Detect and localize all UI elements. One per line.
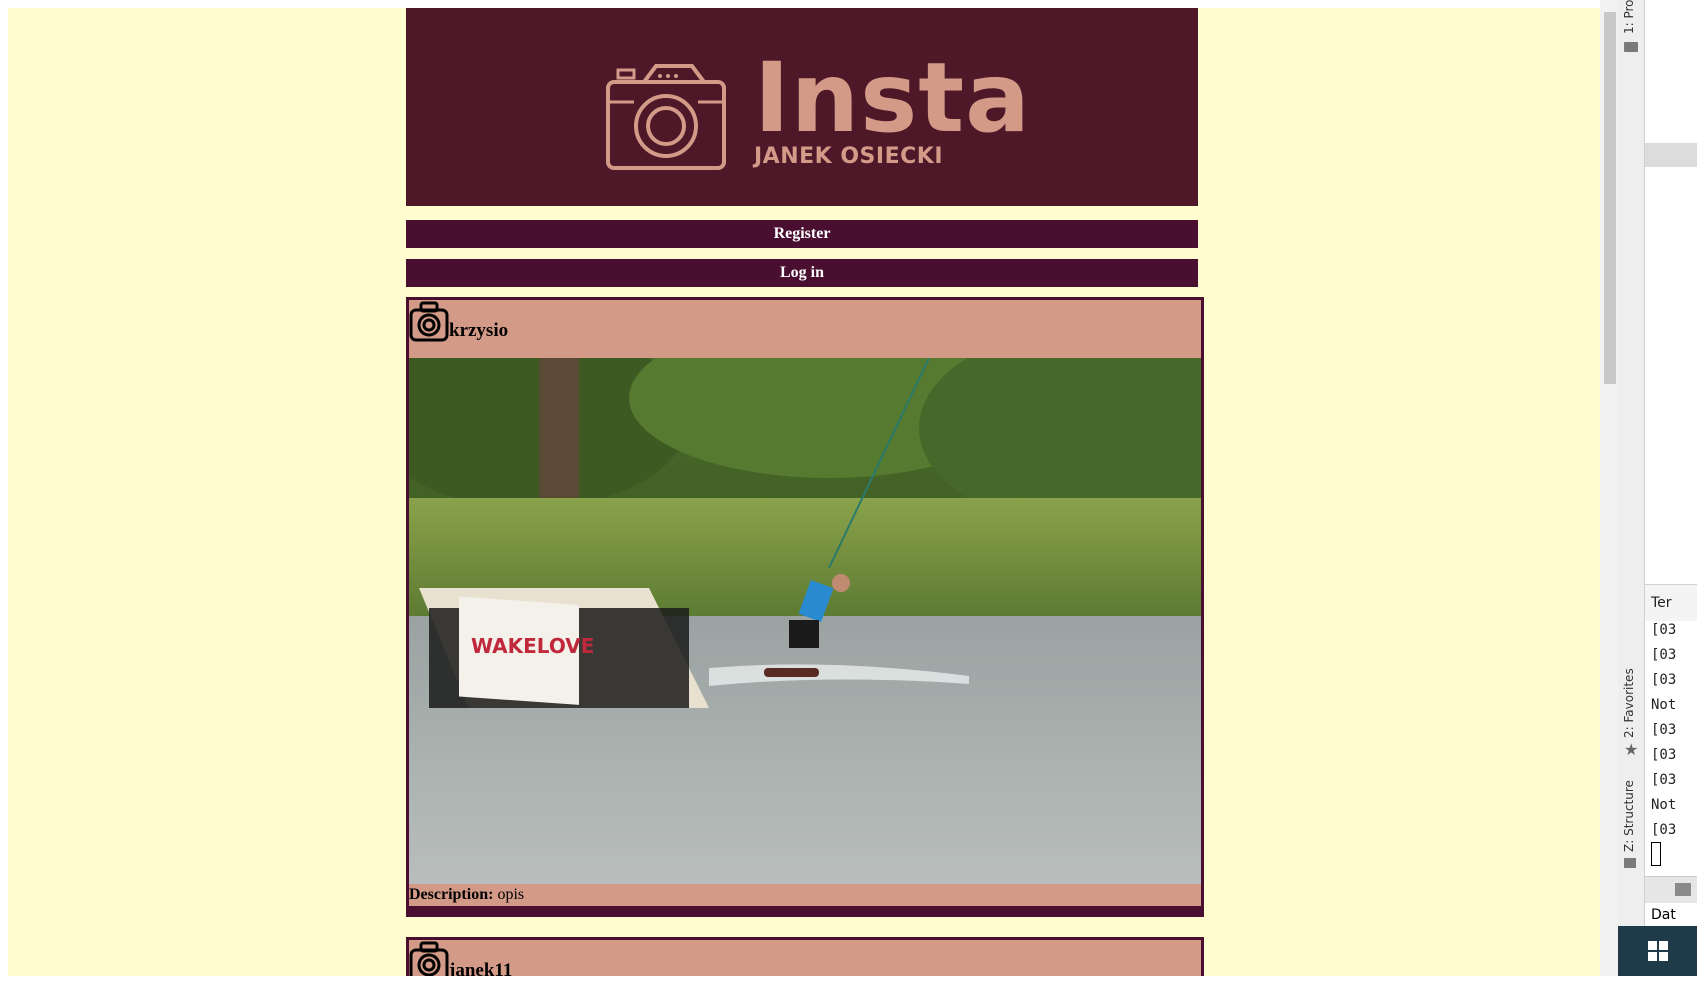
terminal-line: [03 (1651, 672, 1677, 688)
logo-subtitle: JANEK OSIECKI (754, 144, 943, 169)
post-header: krzysio (409, 300, 1201, 358)
page-background: Insta JANEK OSIECKI Register Log in krzy… (8, 8, 1600, 976)
terminal-line: [03 (1651, 722, 1677, 738)
folder-icon[interactable] (1624, 42, 1638, 52)
terminal-line: [03 (1651, 747, 1677, 763)
star-icon[interactable]: ★ (1624, 740, 1638, 760)
terminal-line: Not (1651, 697, 1677, 713)
site-banner: Insta JANEK OSIECKI (406, 8, 1198, 206)
ramp-banner-text: WAKELOVE (471, 634, 594, 658)
post-footer (409, 906, 1201, 914)
terminal-icon[interactable] (1675, 883, 1691, 896)
tab-favorites[interactable]: 2: Favorites (1622, 668, 1636, 738)
description-text: opis (497, 886, 525, 903)
terminal-cursor (1651, 842, 1661, 866)
terminal-header: Ter (1645, 584, 1697, 621)
wakeboard-photo: WAKELOVE (409, 358, 1201, 884)
post-username[interactable]: krzysio (449, 320, 508, 342)
post-photo[interactable]: WAKELOVE (409, 358, 1201, 884)
post-card: krzysio WAKELOVE Description: opis (406, 297, 1204, 917)
database-tab[interactable]: Dat (1645, 904, 1697, 926)
camera-avatar-icon (409, 301, 449, 342)
logo-title: Insta (754, 42, 1031, 154)
camera-logo-icon (606, 64, 726, 170)
terminal-line: [03 (1651, 622, 1677, 638)
database-tab-label: Dat (1651, 907, 1676, 923)
post-username[interactable]: janek11 (449, 960, 512, 976)
structure-icon[interactable] (1624, 858, 1636, 868)
windows-logo-icon (1648, 941, 1668, 961)
register-button[interactable]: Register (406, 220, 1198, 248)
terminal-line: [03 (1651, 772, 1677, 788)
terminal-line: [03 (1651, 647, 1677, 663)
terminal-title[interactable]: Ter (1645, 585, 1697, 621)
description-label: Description: (409, 886, 494, 903)
terminal-line: [03 (1651, 822, 1677, 838)
tab-structure[interactable]: Z: Structure (1622, 780, 1636, 852)
post-card: janek11 (406, 937, 1204, 976)
ide-tool-strip: 1: Pro 2: Favorites ★ Z: Structure (1618, 0, 1644, 976)
terminal-line: Not (1651, 797, 1677, 813)
windows-start-button[interactable] (1618, 926, 1697, 976)
terminal-button-bar (1645, 876, 1697, 903)
panel-highlight-strip (1645, 143, 1697, 167)
tab-project[interactable]: 1: Pro (1622, 0, 1636, 34)
ide-right-panel: Ter [03 [03 [03 Not [03 [03 [03 Not [03 … (1644, 0, 1697, 976)
post-header: janek11 (409, 940, 1201, 976)
login-button[interactable]: Log in (406, 259, 1198, 287)
camera-avatar-icon (409, 941, 449, 976)
scrollbar-thumb[interactable] (1604, 12, 1616, 384)
terminal-output: [03 [03 [03 Not [03 [03 [03 Not [03 (1645, 618, 1697, 843)
post-description: Description: opis (409, 884, 1201, 906)
